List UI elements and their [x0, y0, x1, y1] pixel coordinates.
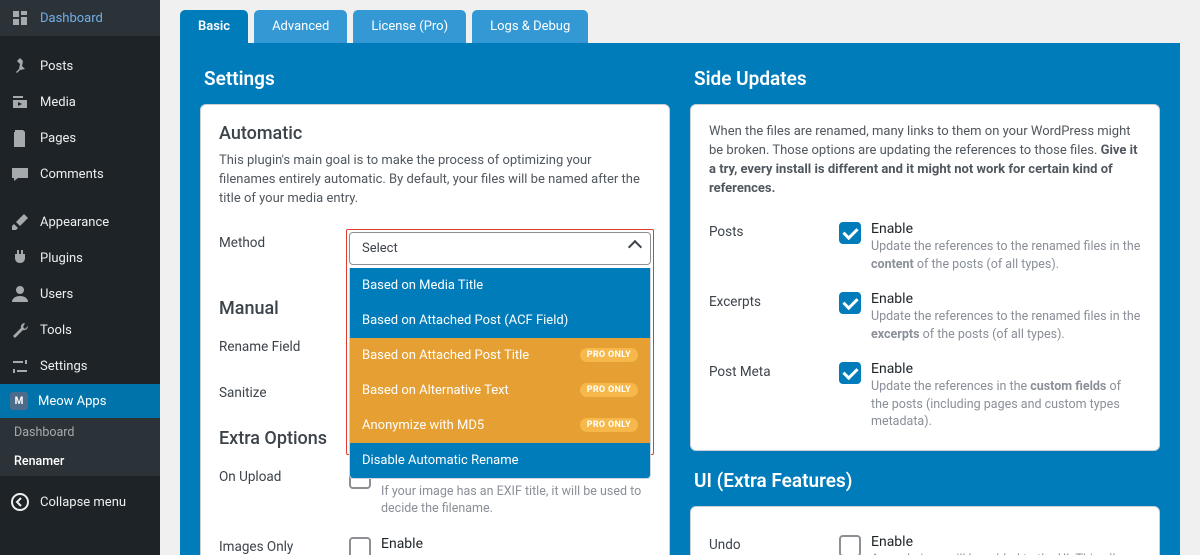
sidebar-sub-renamer[interactable]: Renamer: [0, 447, 160, 476]
sidebar-item-media[interactable]: Media: [0, 84, 160, 120]
settings-heading: Settings: [204, 67, 670, 90]
sidebar-item-dashboard[interactable]: Dashboard: [0, 0, 160, 36]
main-area: Basic Advanced License (Pro) Logs & Debu…: [160, 0, 1200, 555]
admin-sidebar: Dashboard Posts Media Pages Comments App…: [0, 0, 160, 555]
automatic-help: This plugin's main goal is to make the p…: [219, 152, 651, 209]
dd-label: Based on Alternative Text: [362, 383, 509, 398]
undo-checkbox[interactable]: [839, 535, 861, 555]
sidebar-label: Comments: [40, 167, 104, 182]
sidebar-label: Posts: [40, 59, 73, 74]
opt-title: Enable: [871, 361, 1141, 377]
dd-option-media-title[interactable]: Based on Media Title: [350, 268, 650, 303]
sidebar-item-tools[interactable]: Tools: [0, 312, 160, 348]
opt-title: Enable: [871, 221, 1141, 237]
onupload-label: On Upload: [219, 466, 349, 485]
page-icon: [10, 128, 30, 148]
opt-desc: Update the references in the custom fiel…: [871, 378, 1141, 431]
pin-icon: [10, 56, 30, 76]
dd-label: Based on Attached Post Title: [362, 348, 529, 363]
dd-option-post-title[interactable]: Based on Attached Post Title PRO ONLY: [350, 338, 650, 373]
method-select[interactable]: Select: [349, 232, 651, 265]
plug-icon: [10, 248, 30, 268]
ui-features-card: Undo EnableAn undo icon will be added to…: [690, 506, 1160, 555]
opt-desc: Update the references to the renamed fil…: [871, 238, 1141, 273]
sidebar-label: Users: [40, 287, 73, 302]
media-icon: [10, 92, 30, 112]
opt-title: Enable: [871, 291, 1141, 307]
dd-label: Based on Attached Post (ACF Field): [362, 313, 568, 328]
pro-badge: PRO ONLY: [580, 383, 638, 397]
sliders-icon: [10, 356, 30, 376]
tab-basic[interactable]: Basic: [180, 10, 248, 43]
dd-option-acf[interactable]: Based on Attached Post (ACF Field): [350, 303, 650, 338]
sidebar-label: Tools: [40, 323, 72, 338]
comment-icon: [10, 164, 30, 184]
dd-label: Based on Media Title: [362, 278, 483, 293]
imagesonly-checkbox[interactable]: [349, 537, 371, 555]
rename-field-label: Rename Field: [219, 336, 349, 355]
opt-desc: An undo icon will be added to the UI. Th…: [871, 551, 1141, 555]
sidebar-item-users[interactable]: Users: [0, 276, 160, 312]
tab-advanced[interactable]: Advanced: [254, 10, 347, 43]
side-updates-heading: Side Updates: [694, 67, 1160, 90]
sidebar-item-plugins[interactable]: Plugins: [0, 240, 160, 276]
posts-label: Posts: [709, 221, 839, 240]
collapse-icon: [10, 492, 30, 512]
opt-desc: Update the references to the renamed fil…: [871, 308, 1141, 343]
excerpts-checkbox[interactable]: [839, 292, 861, 314]
sidebar-sub-dashboard[interactable]: Dashboard: [0, 418, 160, 447]
ui-features-heading: UI (Extra Features): [694, 469, 1160, 492]
excerpts-label: Excerpts: [709, 291, 839, 310]
side-updates-intro: When the files are renamed, many links t…: [709, 123, 1141, 198]
postmeta-label: Post Meta: [709, 361, 839, 380]
wrench-icon: [10, 320, 30, 340]
dd-option-disable[interactable]: Disable Automatic Rename: [350, 443, 650, 478]
meow-icon: M: [10, 392, 28, 410]
dd-option-md5[interactable]: Anonymize with MD5 PRO ONLY: [350, 408, 650, 443]
automatic-title: Automatic: [219, 123, 651, 144]
sidebar-label: Media: [40, 95, 76, 110]
sidebar-label: Settings: [40, 359, 87, 374]
method-dropdown: Based on Media Title Based on Attached P…: [349, 268, 651, 479]
brush-icon: [10, 212, 30, 232]
pro-badge: PRO ONLY: [580, 418, 638, 432]
sidebar-label: Meow Apps: [38, 394, 106, 409]
page-body: Settings Automatic This plugin's main go…: [180, 43, 1180, 555]
settings-card: Automatic This plugin's main goal is to …: [200, 104, 670, 555]
sidebar-item-settings[interactable]: Settings: [0, 348, 160, 384]
dd-label: Anonymize with MD5: [362, 418, 484, 433]
undo-label: Undo: [709, 534, 839, 553]
opt-title: Enable: [381, 536, 651, 552]
dd-label: Disable Automatic Rename: [362, 453, 519, 468]
sidebar-label: Plugins: [40, 251, 83, 266]
user-icon: [10, 284, 30, 304]
opt-desc: If your image has an EXIF title, it will…: [381, 483, 651, 518]
posts-checkbox[interactable]: [839, 222, 861, 244]
side-updates-card: When the files are renamed, many links t…: [690, 104, 1160, 451]
sidebar-label: Appearance: [40, 215, 109, 230]
sidebar-item-appearance[interactable]: Appearance: [0, 204, 160, 240]
sidebar-item-pages[interactable]: Pages: [0, 120, 160, 156]
tab-logs[interactable]: Logs & Debug: [472, 10, 588, 43]
sidebar-item-posts[interactable]: Posts: [0, 48, 160, 84]
sidebar-label: Pages: [40, 131, 76, 146]
imagesonly-label: Images Only: [219, 536, 349, 555]
sidebar-item-meow-apps[interactable]: M Meow Apps: [0, 384, 160, 418]
sanitize-label: Sanitize: [219, 382, 349, 401]
tab-license[interactable]: License (Pro): [353, 10, 466, 43]
dashboard-icon: [10, 8, 30, 28]
method-label: Method: [219, 232, 349, 251]
collapse-label: Collapse menu: [40, 495, 126, 510]
sidebar-item-comments[interactable]: Comments: [0, 156, 160, 192]
opt-title: Enable: [871, 534, 1141, 550]
pro-badge: PRO ONLY: [580, 348, 638, 362]
tabs: Basic Advanced License (Pro) Logs & Debu…: [180, 0, 1180, 43]
postmeta-checkbox[interactable]: [839, 362, 861, 384]
dd-option-alt-text[interactable]: Based on Alternative Text PRO ONLY: [350, 373, 650, 408]
collapse-menu[interactable]: Collapse menu: [0, 484, 160, 520]
sidebar-label: Dashboard: [40, 11, 103, 26]
